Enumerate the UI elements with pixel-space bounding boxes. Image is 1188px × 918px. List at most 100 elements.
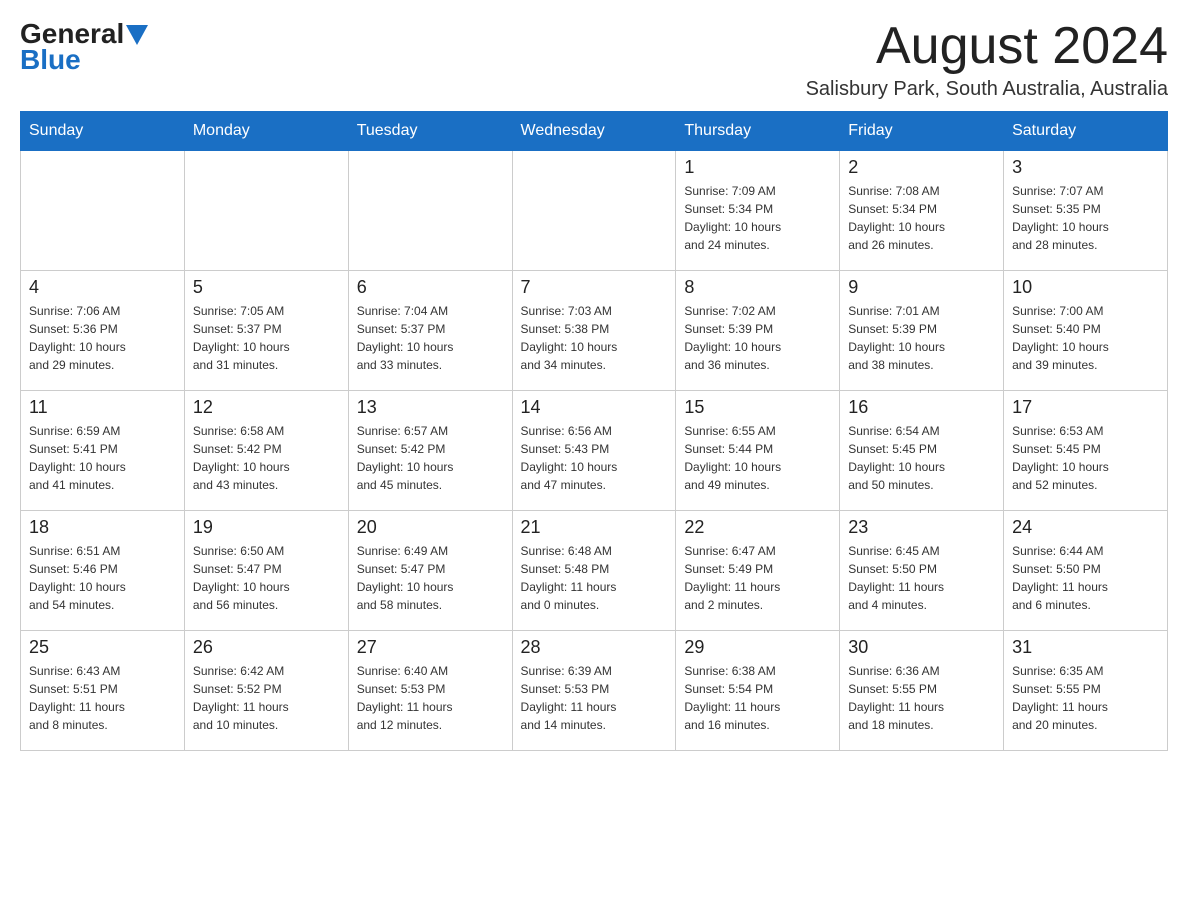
day-info: Sunrise: 6:51 AM Sunset: 5:46 PM Dayligh… [29, 542, 176, 614]
day-number: 7 [521, 277, 668, 298]
day-info: Sunrise: 6:42 AM Sunset: 5:52 PM Dayligh… [193, 662, 340, 734]
weekday-header-thursday: Thursday [676, 112, 840, 151]
day-number: 23 [848, 517, 995, 538]
calendar-cell: 18Sunrise: 6:51 AM Sunset: 5:46 PM Dayli… [21, 511, 185, 631]
calendar-cell: 25Sunrise: 6:43 AM Sunset: 5:51 PM Dayli… [21, 631, 185, 751]
weekday-header-row: SundayMondayTuesdayWednesdayThursdayFrid… [21, 112, 1168, 151]
logo-blue: Blue [20, 46, 81, 74]
calendar-cell: 4Sunrise: 7:06 AM Sunset: 5:36 PM Daylig… [21, 271, 185, 391]
calendar-week-row: 18Sunrise: 6:51 AM Sunset: 5:46 PM Dayli… [21, 511, 1168, 631]
day-number: 16 [848, 397, 995, 418]
calendar-cell: 5 Sunrise: 7:05 AM Sunset: 5:37 PM Daylig… [184, 271, 348, 391]
day-number: 20 [357, 517, 504, 538]
calendar-cell: 31 Sunrise: 6:35 AM Sunset: 5:55 PM Dayli… [1004, 631, 1168, 751]
day-number: 27 [357, 637, 504, 658]
logo: General Blue [20, 20, 148, 74]
day-number: 29 [684, 637, 831, 658]
day-number: 2 [848, 157, 995, 178]
day-number: 26 [193, 637, 340, 658]
day-number: 3 [1012, 157, 1159, 178]
day-number: 13 [357, 397, 504, 418]
day-info: Sunrise: 6:36 AM Sunset: 5:55 PM Dayligh… [848, 662, 995, 734]
day-number: 9 [848, 277, 995, 298]
calendar-cell [184, 151, 348, 271]
day-number: 24 [1012, 517, 1159, 538]
calendar-cell: 26 Sunrise: 6:42 AM Sunset: 5:52 PM Dayli… [184, 631, 348, 751]
day-number: 25 [29, 637, 176, 658]
calendar-cell: 14Sunrise: 6:56 AM Sunset: 5:43 PM Dayli… [512, 391, 676, 511]
month-title: August 2024 [806, 20, 1168, 72]
day-info: Sunrise: 6:55 AM Sunset: 5:44 PM Dayligh… [684, 422, 831, 494]
calendar-week-row: 11Sunrise: 6:59 AM Sunset: 5:41 PM Dayli… [21, 391, 1168, 511]
day-info: Sunrise: 7:06 AM Sunset: 5:36 PM Dayligh… [29, 302, 176, 374]
day-info: Sunrise: 7:09 AM Sunset: 5:34 PM Dayligh… [684, 182, 831, 254]
day-info: Sunrise: 7:01 AM Sunset: 5:39 PM Dayligh… [848, 302, 995, 374]
day-number: 12 [193, 397, 340, 418]
day-number: 8 [684, 277, 831, 298]
day-number: 31 [1012, 637, 1159, 658]
calendar-cell: 22 Sunrise: 6:47 AM Sunset: 5:49 PM Dayli… [676, 511, 840, 631]
day-info: Sunrise: 7:04 AM Sunset: 5:37 PM Dayligh… [357, 302, 504, 374]
day-info: Sunrise: 6:47 AM Sunset: 5:49 PM Dayligh… [684, 542, 831, 614]
calendar-table: SundayMondayTuesdayWednesdayThursdayFrid… [20, 111, 1168, 751]
day-info: Sunrise: 7:03 AM Sunset: 5:38 PM Dayligh… [521, 302, 668, 374]
calendar-cell: 9 Sunrise: 7:01 AM Sunset: 5:39 PM Daylig… [840, 271, 1004, 391]
day-info: Sunrise: 6:49 AM Sunset: 5:47 PM Dayligh… [357, 542, 504, 614]
day-info: Sunrise: 6:39 AM Sunset: 5:53 PM Dayligh… [521, 662, 668, 734]
calendar-week-row: 4Sunrise: 7:06 AM Sunset: 5:36 PM Daylig… [21, 271, 1168, 391]
calendar-cell [348, 151, 512, 271]
day-info: Sunrise: 6:50 AM Sunset: 5:47 PM Dayligh… [193, 542, 340, 614]
day-info: Sunrise: 6:35 AM Sunset: 5:55 PM Dayligh… [1012, 662, 1159, 734]
weekday-header-friday: Friday [840, 112, 1004, 151]
calendar-cell: 28 Sunrise: 6:39 AM Sunset: 5:53 PM Dayli… [512, 631, 676, 751]
location-title: Salisbury Park, South Australia, Austral… [806, 78, 1168, 101]
calendar-cell: 19 Sunrise: 6:50 AM Sunset: 5:47 PM Dayli… [184, 511, 348, 631]
day-info: Sunrise: 7:00 AM Sunset: 5:40 PM Dayligh… [1012, 302, 1159, 374]
day-number: 21 [521, 517, 668, 538]
calendar-cell: 8 Sunrise: 7:02 AM Sunset: 5:39 PM Daylig… [676, 271, 840, 391]
day-number: 15 [684, 397, 831, 418]
day-number: 28 [521, 637, 668, 658]
calendar-cell: 11Sunrise: 6:59 AM Sunset: 5:41 PM Dayli… [21, 391, 185, 511]
day-info: Sunrise: 7:02 AM Sunset: 5:39 PM Dayligh… [684, 302, 831, 374]
day-number: 19 [193, 517, 340, 538]
day-number: 17 [1012, 397, 1159, 418]
day-number: 6 [357, 277, 504, 298]
calendar-cell: 20 Sunrise: 6:49 AM Sunset: 5:47 PM Dayli… [348, 511, 512, 631]
calendar-cell: 10 Sunrise: 7:00 AM Sunset: 5:40 PM Dayli… [1004, 271, 1168, 391]
day-info: Sunrise: 6:58 AM Sunset: 5:42 PM Dayligh… [193, 422, 340, 494]
day-info: Sunrise: 6:48 AM Sunset: 5:48 PM Dayligh… [521, 542, 668, 614]
day-number: 14 [521, 397, 668, 418]
day-number: 22 [684, 517, 831, 538]
logo-arrow-icon [126, 25, 148, 45]
calendar-cell: 2 Sunrise: 7:08 AM Sunset: 5:34 PM Daylig… [840, 151, 1004, 271]
calendar-cell: 21 Sunrise: 6:48 AM Sunset: 5:48 PM Dayli… [512, 511, 676, 631]
page-header: General Blue August 2024 Salisbury Park,… [20, 20, 1168, 101]
day-number: 1 [684, 157, 831, 178]
calendar-cell: 16 Sunrise: 6:54 AM Sunset: 5:45 PM Dayli… [840, 391, 1004, 511]
weekday-header-monday: Monday [184, 112, 348, 151]
day-number: 10 [1012, 277, 1159, 298]
calendar-cell: 7 Sunrise: 7:03 AM Sunset: 5:38 PM Daylig… [512, 271, 676, 391]
calendar-cell: 6 Sunrise: 7:04 AM Sunset: 5:37 PM Daylig… [348, 271, 512, 391]
calendar-cell: 29Sunrise: 6:38 AM Sunset: 5:54 PM Dayli… [676, 631, 840, 751]
calendar-cell: 13 Sunrise: 6:57 AM Sunset: 5:42 PM Dayli… [348, 391, 512, 511]
day-info: Sunrise: 6:59 AM Sunset: 5:41 PM Dayligh… [29, 422, 176, 494]
day-info: Sunrise: 6:57 AM Sunset: 5:42 PM Dayligh… [357, 422, 504, 494]
day-info: Sunrise: 7:05 AM Sunset: 5:37 PM Dayligh… [193, 302, 340, 374]
day-number: 5 [193, 277, 340, 298]
day-info: Sunrise: 6:40 AM Sunset: 5:53 PM Dayligh… [357, 662, 504, 734]
day-info: Sunrise: 6:45 AM Sunset: 5:50 PM Dayligh… [848, 542, 995, 614]
day-info: Sunrise: 6:54 AM Sunset: 5:45 PM Dayligh… [848, 422, 995, 494]
calendar-cell: 24Sunrise: 6:44 AM Sunset: 5:50 PM Dayli… [1004, 511, 1168, 631]
day-number: 30 [848, 637, 995, 658]
day-info: Sunrise: 7:08 AM Sunset: 5:34 PM Dayligh… [848, 182, 995, 254]
calendar-cell: 30 Sunrise: 6:36 AM Sunset: 5:55 PM Dayli… [840, 631, 1004, 751]
calendar-cell [21, 151, 185, 271]
calendar-cell: 1 Sunrise: 7:09 AM Sunset: 5:34 PM Daylig… [676, 151, 840, 271]
day-info: Sunrise: 7:07 AM Sunset: 5:35 PM Dayligh… [1012, 182, 1159, 254]
calendar-cell: 3 Sunrise: 7:07 AM Sunset: 5:35 PM Daylig… [1004, 151, 1168, 271]
weekday-header-tuesday: Tuesday [348, 112, 512, 151]
calendar-cell: 17Sunrise: 6:53 AM Sunset: 5:45 PM Dayli… [1004, 391, 1168, 511]
weekday-header-wednesday: Wednesday [512, 112, 676, 151]
